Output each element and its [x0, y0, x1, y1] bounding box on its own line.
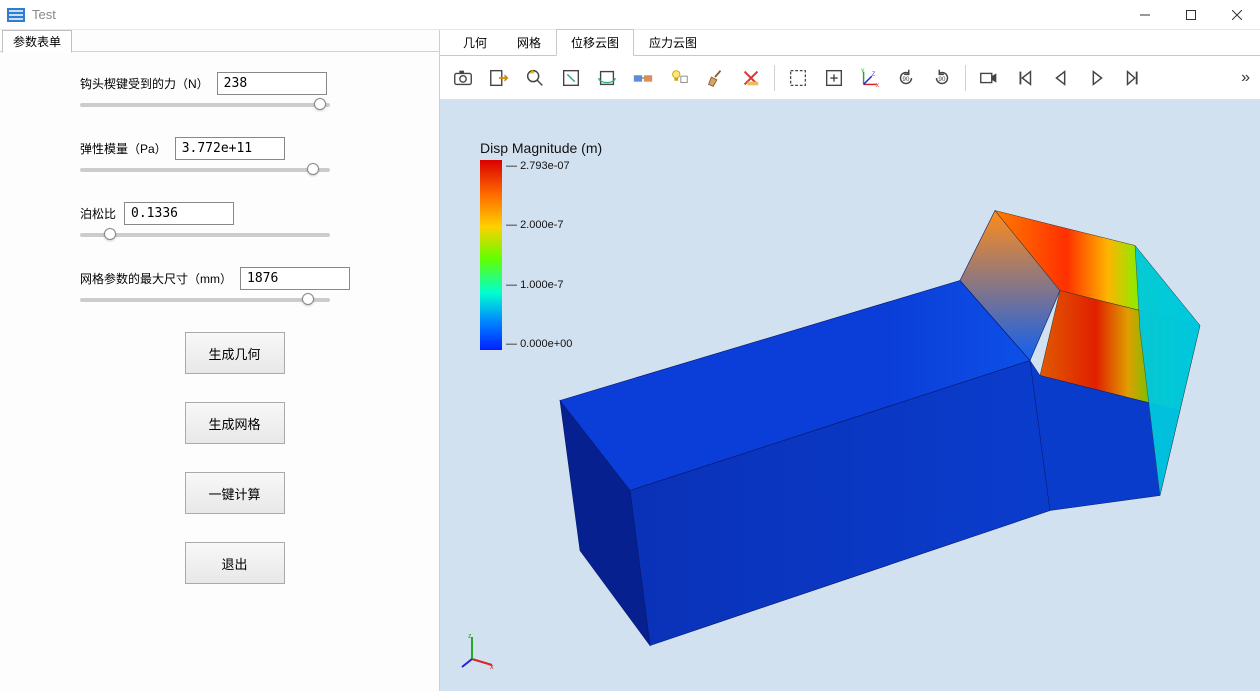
param-force: 钩头楔键受到的力（N） [80, 72, 389, 107]
select-rect-icon[interactable] [781, 61, 815, 95]
axis-triad-icon: x z [460, 631, 500, 671]
exit-button[interactable]: 退出 [185, 542, 285, 584]
minimize-icon [1140, 10, 1150, 20]
meshsize-input[interactable] [240, 267, 350, 290]
toolbar-overflow[interactable]: » [1237, 69, 1254, 87]
param-poisson: 泊松比 [80, 202, 389, 237]
close-icon [1232, 10, 1242, 20]
camera-link-icon[interactable] [626, 61, 660, 95]
legend-t2: 2.000e-7 [506, 219, 572, 231]
toolbar-separator [774, 65, 775, 91]
app-icon [6, 5, 26, 25]
export-icon[interactable] [482, 61, 516, 95]
poisson-slider[interactable] [80, 233, 330, 237]
tab-stress[interactable]: 应力云图 [634, 29, 712, 56]
svg-text:X: X [876, 83, 880, 89]
compute-button[interactable]: 一键计算 [185, 472, 285, 514]
svg-text:Z: Z [872, 71, 876, 77]
delete-x-icon[interactable] [734, 61, 768, 95]
minimize-button[interactable] [1122, 0, 1168, 30]
legend-ticks: 2.793e-07 2.000e-7 1.000e-7 0.000e+00 [506, 160, 572, 350]
paintbrush-icon[interactable] [698, 61, 732, 95]
viewport-3d[interactable]: Disp Magnitude (m) 2.793e-07 2.000e-7 1.… [440, 100, 1260, 691]
tab-mesh[interactable]: 网格 [502, 29, 556, 56]
param-modulus: 弹性模量（Pa） [80, 137, 389, 172]
param-form: 钩头楔键受到的力（N） 弹性模量（Pa） 泊松比 [0, 52, 439, 584]
rotate-box-icon[interactable] [590, 61, 624, 95]
svg-text:x: x [490, 664, 494, 671]
legend-t1: 1.000e-7 [506, 279, 572, 291]
poisson-input[interactable] [124, 202, 234, 225]
legend-colorbar [480, 160, 502, 350]
force-label: 钩头楔键受到的力（N） [80, 75, 209, 92]
modulus-label: 弹性模量（Pa） [80, 140, 167, 157]
poisson-label: 泊松比 [80, 205, 116, 222]
frame-next-icon[interactable] [1116, 61, 1150, 95]
titlebar: Test [0, 0, 1260, 30]
view-toolbar: Y XZ 90 90 » [440, 56, 1260, 100]
svg-text:Y: Y [861, 68, 865, 74]
left-panel: 参数表单 钩头楔键受到的力（N） 弹性模量（Pa） 泊松比 [0, 30, 440, 691]
tab-disp[interactable]: 位移云图 [556, 29, 634, 56]
modulus-slider[interactable] [80, 168, 330, 172]
tab-geometry[interactable]: 几何 [448, 29, 502, 56]
frame-prev-icon[interactable] [1044, 61, 1078, 95]
param-meshsize: 网格参数的最大尺寸（mm） [80, 267, 389, 302]
color-legend: Disp Magnitude (m) 2.793e-07 2.000e-7 1.… [480, 140, 602, 350]
gen-mesh-button[interactable]: 生成网格 [185, 402, 285, 444]
gen-geometry-button[interactable]: 生成几何 [185, 332, 285, 374]
camera-icon[interactable] [446, 61, 480, 95]
frame-first-icon[interactable] [1008, 61, 1042, 95]
rotate-ccw-icon[interactable]: 90 [889, 61, 923, 95]
frame-play-icon[interactable] [1080, 61, 1114, 95]
fit-view-icon[interactable] [817, 61, 851, 95]
legend-max: 2.793e-07 [506, 160, 572, 172]
force-input[interactable] [217, 72, 327, 95]
toolbar-separator-2 [965, 65, 966, 91]
view-tabs: 几何 网格 位移云图 应力云图 [440, 30, 1260, 56]
meshsize-slider[interactable] [80, 298, 330, 302]
maximize-icon [1186, 10, 1196, 20]
svg-text:90: 90 [902, 75, 910, 82]
axes-icon[interactable]: Y XZ [853, 61, 887, 95]
zoom-auto-icon[interactable] [518, 61, 552, 95]
tab-param-form[interactable]: 参数表单 [2, 30, 72, 53]
svg-text:z: z [468, 633, 472, 640]
right-panel: 几何 网格 位移云图 应力云图 Y XZ 90 90 [440, 30, 1260, 691]
zoom-box-icon[interactable] [554, 61, 588, 95]
rotate-cw-icon[interactable]: 90 [925, 61, 959, 95]
legend-min: 0.000e+00 [506, 338, 572, 350]
modulus-input[interactable] [175, 137, 285, 160]
legend-title: Disp Magnitude (m) [480, 140, 602, 156]
close-button[interactable] [1214, 0, 1260, 30]
force-slider[interactable] [80, 103, 330, 107]
lightbulb-icon[interactable] [662, 61, 696, 95]
svg-text:90: 90 [938, 75, 946, 82]
window-title: Test [32, 7, 56, 22]
meshsize-label: 网格参数的最大尺寸（mm） [80, 270, 232, 287]
panel-tab-bar: 参数表单 [0, 30, 439, 52]
record-icon[interactable] [972, 61, 1006, 95]
maximize-button[interactable] [1168, 0, 1214, 30]
